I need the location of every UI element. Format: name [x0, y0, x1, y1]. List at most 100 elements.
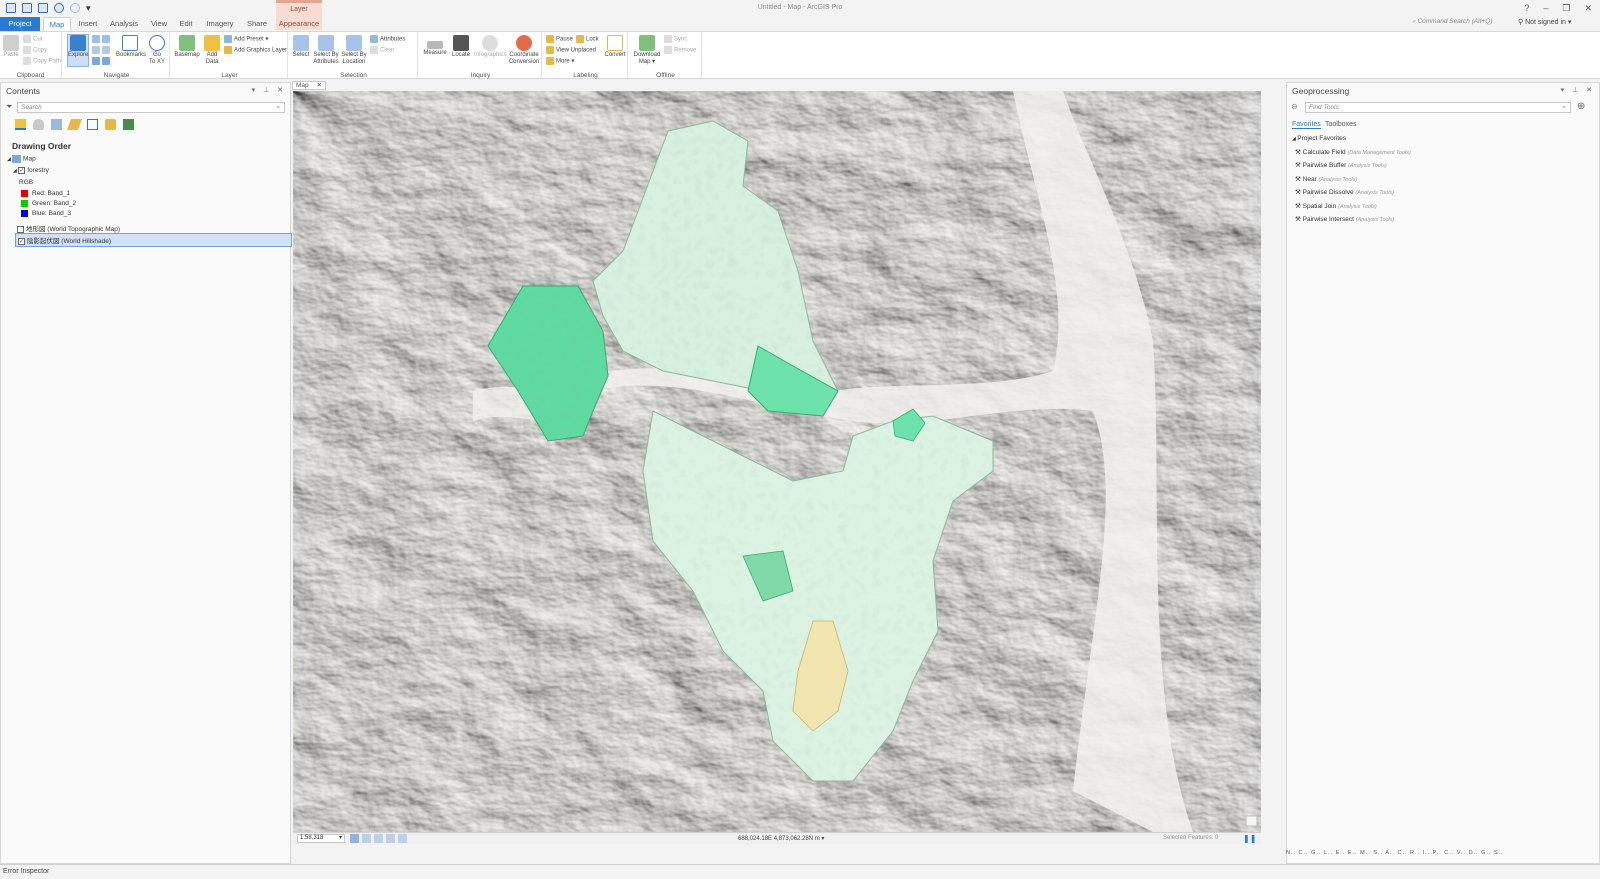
pause-drawing-icon[interactable]: ❚❚ [1243, 834, 1256, 843]
go-to-xy-button[interactable]: Go To XY [146, 35, 168, 66]
restore-button[interactable]: ❐ [1562, 3, 1570, 14]
zoom-full-extent-button[interactable] [92, 35, 112, 43]
layout-icon[interactable] [374, 834, 383, 843]
find-tools-input[interactable]: Find Tools ⌕ [1305, 102, 1571, 113]
map-status-bar: 1:58,318 ▾ 688,024.18E 4,873,062.28N m ▾ … [293, 832, 1261, 844]
hammer-icon: ⚒ [1295, 203, 1303, 210]
grid-icon[interactable] [350, 834, 359, 843]
locate-button[interactable]: Locate [450, 35, 472, 59]
tab-favorites[interactable]: Favorites [1292, 121, 1321, 129]
select-button[interactable]: Select [292, 35, 310, 59]
coordinate-readout[interactable]: 688,024.18E 4,873,062.28N m ▾ [738, 835, 824, 842]
contents-search-input[interactable]: Search ⌕ [17, 102, 285, 113]
tool-item[interactable]: ⚒ Pairwise Intersect (Analysis Tools) [1295, 215, 1394, 223]
tree-layer-hillshade[interactable]: ✓ 陰影起伏図 (World Hillshade) [15, 233, 292, 247]
explore-button[interactable]: Explore [67, 34, 89, 67]
infographics-button[interactable]: Infographics [474, 35, 507, 59]
tab-map[interactable]: Map [43, 17, 71, 31]
table-icon[interactable] [362, 834, 371, 843]
tab-share[interactable]: Share [242, 17, 272, 31]
map-canvas[interactable] [293, 91, 1261, 832]
measure-button[interactable]: Measure [422, 35, 448, 57]
tab-edit[interactable]: Edit [174, 17, 198, 31]
tab-analysis[interactable]: Analysis [106, 17, 142, 31]
tool-item[interactable]: ⚒ Pairwise Dissolve (Analysis Tools) [1295, 188, 1394, 196]
hillshade-checkbox[interactable]: ✓ [18, 237, 25, 245]
selection-list-icon[interactable] [51, 119, 62, 130]
snapping-icon[interactable] [87, 119, 98, 130]
tree-map[interactable]: ◢ Map [7, 155, 36, 163]
map-view-tab[interactable]: Map ✕ [292, 81, 326, 90]
tab-appearance[interactable]: Appearance [277, 17, 321, 31]
basemap-button[interactable]: Basemap [174, 35, 200, 59]
scale-selector[interactable]: 1:58,318 ▾ [297, 834, 345, 843]
tab-view[interactable]: View [146, 17, 172, 31]
tree-layer-topo[interactable]: 地形図 (World Topographic Map) [17, 223, 120, 233]
download-map-button[interactable]: Download Map ▾ [632, 35, 662, 66]
copy-path-button[interactable]: Copy Path [23, 57, 61, 65]
view-unplaced-label: View Unplaced [556, 47, 596, 54]
topo-checkbox[interactable] [17, 225, 24, 233]
select-icon [293, 35, 309, 51]
pause-labeling-button[interactable]: Pause [546, 35, 573, 43]
red-band-label: Red: Band_1 [32, 190, 70, 198]
tool-item[interactable]: ⚒ Pairwise Buffer (Analysis Tools) [1295, 161, 1387, 169]
lock-labeling-button[interactable]: Lock [576, 35, 599, 43]
editing-pencil-icon[interactable] [66, 119, 83, 130]
pane-controls[interactable]: ▾ ⊥ ✕ [252, 86, 286, 94]
map-status-tools [350, 834, 407, 843]
previous-extent-buttons[interactable] [92, 57, 112, 65]
search-icon: ⌕ [276, 104, 280, 111]
convert-button[interactable]: Convert [604, 35, 626, 59]
data-source-icon[interactable] [33, 119, 44, 130]
coordinate-conversion-button[interactable]: Coordinate Conversion [508, 35, 540, 66]
forestry-checkbox[interactable]: ✓ [18, 167, 26, 174]
add-graphics-layer-button[interactable]: Add Graphics Layer [224, 46, 287, 54]
error-inspector-tab[interactable]: Error Inspector [3, 868, 49, 875]
remove-offline-button[interactable]: Remove [664, 46, 696, 54]
labeling-more-button[interactable]: More ▾ [546, 57, 574, 65]
back-arrow-icon[interactable]: ⊖ [1291, 102, 1298, 111]
add-preset-button[interactable]: Add Preset ▾ [224, 35, 268, 43]
tool-item[interactable]: ⚒ Near (Analysis Tools) [1295, 175, 1357, 183]
filter-icon[interactable]: ⏷ [6, 102, 12, 112]
bookmarks-button[interactable]: Bookmarks [116, 35, 146, 59]
add-toolbox-icon[interactable]: ⊕ [1577, 101, 1585, 112]
fixed-zoom-buttons[interactable] [92, 46, 112, 54]
select-by-attributes-button[interactable]: Select By Attributes [312, 35, 340, 66]
copy-button[interactable]: Copy [23, 46, 47, 54]
select-label: Select [292, 52, 310, 58]
minimize-button[interactable]: – [1543, 3, 1548, 14]
tab-insert[interactable]: Insert [74, 17, 102, 31]
crosshair-icon[interactable] [386, 834, 395, 843]
close-button[interactable]: ✕ [1584, 3, 1592, 14]
drawing-order-icon[interactable] [15, 119, 26, 130]
tab-project[interactable]: Project [0, 17, 40, 31]
select-by-location-button[interactable]: Select By Location [340, 35, 368, 66]
attributes-button[interactable]: Attributes [370, 35, 405, 43]
tool-item[interactable]: ⚒ Calculate Field (Data Management Tools… [1295, 148, 1411, 156]
perspective-icon[interactable] [123, 119, 134, 130]
signin-status[interactable]: ⚲ Not signed in ▾ [1518, 18, 1571, 26]
cut-button[interactable]: Cut [23, 35, 42, 43]
add-data-button[interactable]: Add Data [202, 35, 222, 66]
sync-button[interactable]: Sync [664, 35, 687, 43]
pane-controls[interactable]: ▾ ⊥ ✕ [1561, 86, 1595, 94]
hillshade-name: 陰影起伏図 (World Hillshade) [27, 238, 112, 245]
paste-button[interactable]: Paste [2, 35, 20, 59]
command-search-input[interactable]: ⌕ Command Search (Alt+Q) [1412, 18, 1512, 29]
tab-imagery[interactable]: Imagery [204, 17, 236, 31]
project-favorites-section[interactable]: ◢ Project Favorites [1292, 135, 1346, 142]
add-graphics-label: Add Graphics Layer [234, 47, 288, 54]
map-overlay-widget[interactable] [1245, 815, 1258, 827]
navigator-icon[interactable] [398, 834, 407, 843]
help-button[interactable]: ? [1524, 3, 1529, 14]
tree-layer-forestry[interactable]: ◢ ✓ forestry [13, 167, 49, 174]
clear-selection-button[interactable]: Clear [370, 46, 394, 54]
pane-tab-strip[interactable]: N.. C.. G.. L.. E.. E.. M.. S.. A.. C.. … [1286, 850, 1600, 858]
tab-toolboxes[interactable]: Toolboxes [1325, 121, 1357, 128]
view-unplaced-button[interactable]: View Unplaced [546, 46, 596, 54]
close-icon[interactable]: ✕ [317, 82, 322, 90]
tool-item[interactable]: ⚒ Spatial Join (Analysis Tools) [1295, 202, 1377, 210]
labeling-tag-icon[interactable] [105, 119, 116, 130]
